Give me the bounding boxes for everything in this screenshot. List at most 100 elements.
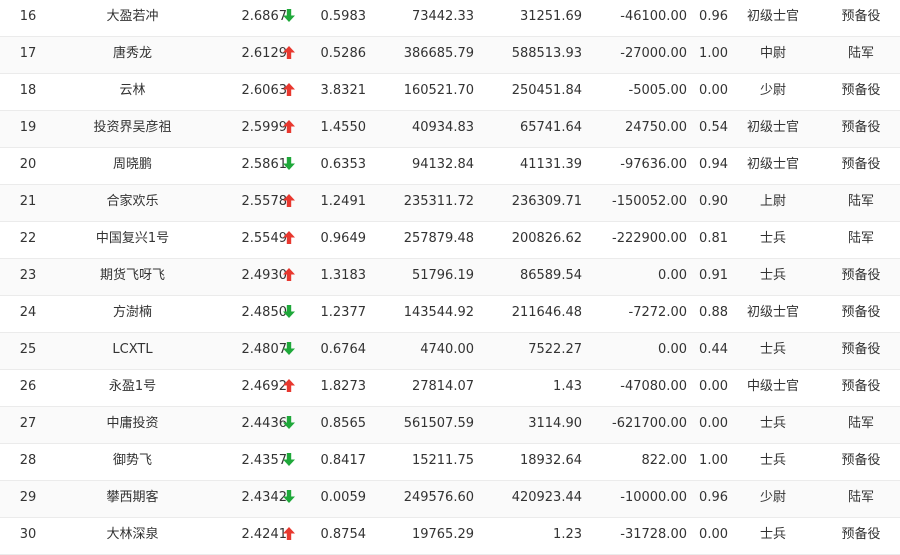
army-cell: 预备役 — [841, 342, 881, 357]
value2-cell: 7522.27 — [528, 342, 582, 357]
trend-cell — [282, 444, 296, 481]
value3-cell: 0.00 — [658, 342, 687, 357]
table-row[interactable]: 23 期货飞呀飞 2.4930 1.3183 51796.19 86589.54 0.00 0… — [0, 259, 900, 296]
level-cell: 士兵 — [759, 453, 786, 468]
table-row[interactable]: 17 唐秀龙 2.6129 0.5286 386685.79 588513.93 -2700… — [0, 37, 900, 74]
name-cell[interactable]: 期货飞呀飞 — [60, 259, 205, 296]
level-cell: 中尉 — [759, 46, 786, 61]
value2-cell: 200826.62 — [511, 231, 582, 246]
name-cell[interactable]: LCXTL — [60, 333, 205, 370]
army-cell: 陆军 — [847, 194, 874, 209]
arrow-up-icon — [283, 267, 295, 281]
value3-cell: -31728.00 — [620, 527, 687, 542]
name-cell[interactable]: 云林 — [60, 74, 205, 111]
name-cell[interactable]: 御势飞 — [60, 444, 205, 481]
table-row[interactable]: 19 投资界吴彦祖 2.5999 1.4550 40934.83 65741.64 2475… — [0, 111, 900, 148]
value3-cell: -150052.00 — [612, 194, 687, 209]
name-cell[interactable]: 中国复兴1号 — [60, 222, 205, 259]
value4-cell: 0.00 — [699, 527, 728, 542]
value2-cell: 18932.64 — [519, 453, 582, 468]
value4-cell: 0.90 — [699, 194, 728, 209]
value4-cell: 0.94 — [699, 157, 728, 172]
name-cell[interactable]: 投资界吴彦祖 — [60, 111, 205, 148]
value4-cell: 0.44 — [699, 342, 728, 357]
table-row[interactable]: 18 云林 2.6063 3.8321 160521.70 250451.84 -5005.… — [0, 74, 900, 111]
score-cell: 2.4807 — [241, 342, 288, 357]
trend-cell — [282, 74, 296, 111]
table-row[interactable]: 25 LCXTL 2.4807 0.6764 4740.00 7522.27 0.00 0.4… — [0, 333, 900, 370]
table-row[interactable]: 24 方澍楠 2.4850 1.2377 143544.92 211646.48 -7272… — [0, 296, 900, 333]
level-cell: 少尉 — [759, 83, 786, 98]
army-cell: 预备役 — [841, 527, 881, 542]
trend-cell — [282, 185, 296, 222]
arrow-up-icon — [283, 378, 295, 392]
rank-cell: 29 — [19, 490, 37, 505]
table-row[interactable]: 16 大盈若冲 2.6867 0.5983 73442.33 31251.69 -46100… — [0, 0, 900, 37]
army-cell: 预备役 — [841, 120, 881, 135]
value2-cell: 420923.44 — [511, 490, 582, 505]
value3-cell: -621700.00 — [612, 416, 687, 431]
table-row[interactable]: 26 永盈1号 2.4692 1.8273 27814.07 1.43 -47080.00 0… — [0, 370, 900, 407]
value3-cell: 0.00 — [658, 268, 687, 283]
table-row[interactable]: 29 攀西期客 2.4342 0.0059 249576.60 420923.44 -100… — [0, 481, 900, 518]
level-cell: 士兵 — [759, 268, 786, 283]
value1-cell: 27814.07 — [411, 379, 474, 394]
trend-cell — [282, 518, 296, 555]
level-cell: 初级士官 — [746, 9, 799, 24]
name-cell[interactable]: 永盈1号 — [60, 370, 205, 407]
name-cell[interactable]: 周晓鹏 — [60, 148, 205, 185]
value1-cell: 249576.60 — [403, 490, 474, 505]
name-cell[interactable]: 方澍楠 — [60, 296, 205, 333]
rank-cell: 25 — [19, 342, 37, 357]
ratio-cell: 0.5286 — [320, 46, 367, 61]
name-cell[interactable]: 中庸投资 — [60, 407, 205, 444]
ratio-cell: 3.8321 — [320, 83, 367, 98]
value3-cell: -222900.00 — [612, 231, 687, 246]
value3-cell: -47080.00 — [620, 379, 687, 394]
value4-cell: 0.00 — [699, 83, 728, 98]
table-row[interactable]: 27 中庸投资 2.4436 0.8565 561507.59 3114.90 -62170… — [0, 407, 900, 444]
trend-cell — [282, 222, 296, 259]
army-cell: 陆军 — [847, 231, 874, 246]
name-cell[interactable]: 攀西期客 — [60, 481, 205, 518]
rank-cell: 17 — [19, 46, 37, 61]
table-row[interactable]: 20 周晓鹏 2.5861 0.6353 94132.84 41131.39 -97636.… — [0, 148, 900, 185]
army-cell: 预备役 — [841, 268, 881, 283]
ratio-cell: 0.8565 — [320, 416, 367, 431]
name-cell[interactable]: 大盈若冲 — [60, 0, 205, 37]
table-row[interactable]: 21 合家欢乐 2.5578 1.2491 235311.72 236309.71 -150… — [0, 185, 900, 222]
name-cell[interactable]: 大林深泉 — [60, 518, 205, 555]
score-cell: 2.4692 — [241, 379, 288, 394]
trend-cell — [282, 407, 296, 444]
ranking-table: 16 大盈若冲 2.6867 0.5983 73442.33 31251.69 -46100… — [0, 0, 900, 555]
level-cell: 士兵 — [759, 527, 786, 542]
ratio-cell: 0.8754 — [320, 527, 367, 542]
value4-cell: 0.91 — [699, 268, 728, 283]
value3-cell: -97636.00 — [620, 157, 687, 172]
table-row[interactable]: 30 大林深泉 2.4241 0.8754 19765.29 1.23 -31728.00 0… — [0, 518, 900, 555]
ratio-cell: 1.2491 — [320, 194, 367, 209]
value4-cell: 1.00 — [699, 453, 728, 468]
level-cell: 中级士官 — [746, 379, 799, 394]
score-cell: 2.6867 — [241, 9, 288, 24]
score-cell: 2.4241 — [241, 527, 288, 542]
table-row[interactable]: 28 御势飞 2.4357 0.8417 15211.75 18932.64 822.00 1… — [0, 444, 900, 481]
arrow-up-icon — [283, 526, 295, 540]
rank-cell: 19 — [19, 120, 37, 135]
value4-cell: 0.00 — [699, 416, 728, 431]
army-cell: 预备役 — [841, 453, 881, 468]
rank-cell: 22 — [19, 231, 37, 246]
trend-cell — [282, 0, 296, 37]
arrow-down-icon — [283, 304, 295, 318]
name-cell[interactable]: 唐秀龙 — [60, 37, 205, 74]
score-cell: 2.4436 — [241, 416, 288, 431]
name-cell[interactable]: 合家欢乐 — [60, 185, 205, 222]
rank-cell: 20 — [19, 157, 37, 172]
rank-cell: 23 — [19, 268, 37, 283]
trend-cell — [282, 259, 296, 296]
rank-cell: 28 — [19, 453, 37, 468]
rank-cell: 16 — [19, 9, 37, 24]
value4-cell: 0.81 — [699, 231, 728, 246]
arrow-down-icon — [283, 415, 295, 429]
table-row[interactable]: 22 中国复兴1号 2.5549 0.9649 257879.48 200826.62 -2… — [0, 222, 900, 259]
